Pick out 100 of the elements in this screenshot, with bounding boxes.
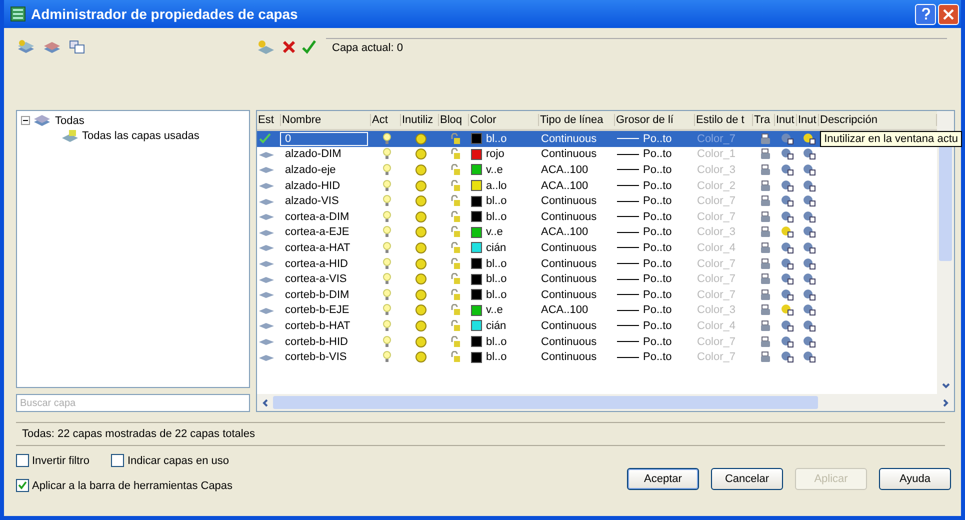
column-header[interactable]: Tipo de línea xyxy=(539,114,615,126)
layer-row[interactable]: alzado-DIM rojo Continuous Po..to Color_1 xyxy=(257,146,937,162)
layer-row[interactable]: cortea-a-HAT cián Continuous Po..to Color_4 xyxy=(257,240,937,256)
new-filter-button[interactable] xyxy=(16,39,36,55)
color-swatch[interactable] xyxy=(471,226,482,238)
group-filter-button[interactable] xyxy=(42,39,62,55)
printer-icon[interactable] xyxy=(760,288,770,301)
printer-icon[interactable] xyxy=(760,304,770,316)
color-swatch[interactable] xyxy=(471,242,482,254)
padlock-icon[interactable] xyxy=(450,132,460,145)
color-swatch[interactable] xyxy=(471,289,482,300)
column-header[interactable]: Grosor de lí xyxy=(615,114,695,126)
sun-icon[interactable] xyxy=(415,226,427,238)
lightbulb-icon[interactable] xyxy=(383,195,391,208)
lightbulb-icon[interactable] xyxy=(383,148,391,160)
sun-icon[interactable] xyxy=(415,304,427,316)
lightbulb-icon[interactable] xyxy=(383,273,391,286)
layer-row[interactable]: corteb-b-EJE v..e ACA..100 Po..to Color_3 xyxy=(257,302,937,318)
lightbulb-icon[interactable] xyxy=(383,336,391,348)
padlock-icon[interactable] xyxy=(450,210,460,223)
color-swatch[interactable] xyxy=(471,274,482,285)
checkbox-option[interactable]: Invertir filtro xyxy=(16,454,90,467)
tree-item[interactable]: Todas las capas usadas xyxy=(82,130,200,142)
printer-icon[interactable] xyxy=(760,164,770,176)
padlock-icon[interactable] xyxy=(450,226,460,238)
padlock-icon[interactable] xyxy=(450,195,460,208)
sun-icon[interactable] xyxy=(415,320,427,332)
padlock-icon[interactable] xyxy=(450,288,460,301)
printer-icon[interactable] xyxy=(760,195,770,208)
dialog-button[interactable]: Cancelar xyxy=(711,468,783,490)
color-swatch[interactable] xyxy=(471,320,482,332)
color-swatch[interactable] xyxy=(471,258,482,270)
color-swatch[interactable] xyxy=(471,211,482,222)
printer-icon[interactable] xyxy=(760,226,770,238)
layer-row[interactable]: alzado-eje v..e ACA..100 Po..to Color_3 xyxy=(257,162,937,178)
lightbulb-icon[interactable] xyxy=(383,180,391,192)
column-header[interactable]: Tra xyxy=(753,114,775,126)
checkbox-option[interactable]: Indicar capas en uso xyxy=(111,454,229,467)
padlock-icon[interactable] xyxy=(450,336,460,348)
padlock-icon[interactable] xyxy=(450,180,460,192)
padlock-icon[interactable] xyxy=(450,164,460,176)
states-button[interactable] xyxy=(68,39,86,55)
printer-icon[interactable] xyxy=(760,242,770,254)
printer-icon[interactable] xyxy=(760,148,770,160)
checkbox[interactable] xyxy=(111,454,124,467)
layer-row[interactable]: cortea-a-VIS bl..o Continuous Po..to Color_7 xyxy=(257,271,937,287)
color-swatch[interactable] xyxy=(471,133,482,144)
printer-icon[interactable] xyxy=(760,180,770,192)
column-header[interactable]: Color xyxy=(469,114,539,126)
sun-icon[interactable] xyxy=(415,273,427,286)
layer-row[interactable]: cortea-a-DIM bl..o Continuous Po..to Color_7 xyxy=(257,208,937,225)
column-header[interactable]: Estilo de t xyxy=(695,114,753,126)
sun-icon[interactable] xyxy=(415,180,427,192)
column-header[interactable]: Est xyxy=(257,114,281,126)
lightbulb-icon[interactable] xyxy=(383,132,391,145)
sun-icon[interactable] xyxy=(415,148,427,160)
sun-window-icon[interactable] xyxy=(780,304,794,316)
layer-row[interactable]: corteb-b-HID bl..o Continuous Po..to Color_7 xyxy=(257,334,937,350)
sun-icon[interactable] xyxy=(415,210,427,223)
color-swatch[interactable] xyxy=(471,148,482,160)
column-header[interactable]: Inut xyxy=(775,114,797,126)
printer-icon[interactable] xyxy=(760,320,770,332)
padlock-icon[interactable] xyxy=(450,320,460,332)
dialog-button[interactable]: Aceptar xyxy=(627,468,699,490)
color-swatch[interactable] xyxy=(471,180,482,192)
sun-icon[interactable] xyxy=(415,132,427,145)
printer-icon[interactable] xyxy=(760,273,770,286)
checkbox[interactable] xyxy=(16,479,29,492)
printer-icon[interactable] xyxy=(760,258,770,270)
color-swatch[interactable] xyxy=(471,196,482,207)
sun-icon[interactable] xyxy=(415,242,427,254)
layer-row[interactable]: cortea-a-EJE v..e ACA..100 Po..to Color_3 xyxy=(257,224,937,240)
layer-row[interactable]: alzado-VIS bl..o Continuous Po..to Color_7 xyxy=(257,193,937,209)
sun-icon[interactable] xyxy=(415,164,427,176)
layer-row[interactable]: cortea-a-HID bl..o Continuous Po..to Color_7 xyxy=(257,256,937,272)
sun-icon[interactable] xyxy=(415,258,427,270)
layer-row[interactable]: corteb-b-DIM bl..o Continuous Po..to Color_7 xyxy=(257,286,937,303)
tree-item[interactable]: Todas xyxy=(54,114,86,126)
lightbulb-icon[interactable] xyxy=(383,304,391,316)
checkbox[interactable] xyxy=(16,454,29,467)
padlock-icon[interactable] xyxy=(450,258,460,270)
color-swatch[interactable] xyxy=(471,336,482,348)
lightbulb-icon[interactable] xyxy=(383,351,391,364)
delete-button[interactable] xyxy=(282,40,296,54)
lightbulb-icon[interactable] xyxy=(383,210,391,223)
color-swatch[interactable] xyxy=(471,164,482,176)
column-header[interactable]: Inutiliz xyxy=(401,114,439,126)
column-header[interactable]: Bloq xyxy=(439,114,469,126)
column-header[interactable]: Nombre xyxy=(281,114,371,126)
set-current-button[interactable] xyxy=(302,40,316,54)
sun-icon[interactable] xyxy=(415,351,427,364)
layer-row[interactable]: corteb-b-VIS bl..o Continuous Po..to Color_7 xyxy=(257,349,937,365)
padlock-icon[interactable] xyxy=(450,304,460,316)
sun-window-icon[interactable] xyxy=(780,226,794,238)
checkbox-option[interactable]: Aplicar a la barra de herramientas Capas xyxy=(16,479,233,492)
close-button[interactable] xyxy=(938,4,959,24)
layer-row[interactable]: alzado-HID a..lo ACA..100 Po..to Color_2 xyxy=(257,178,937,194)
lightbulb-icon[interactable] xyxy=(383,320,391,332)
printer-icon[interactable] xyxy=(760,351,770,364)
lightbulb-icon[interactable] xyxy=(383,258,391,270)
